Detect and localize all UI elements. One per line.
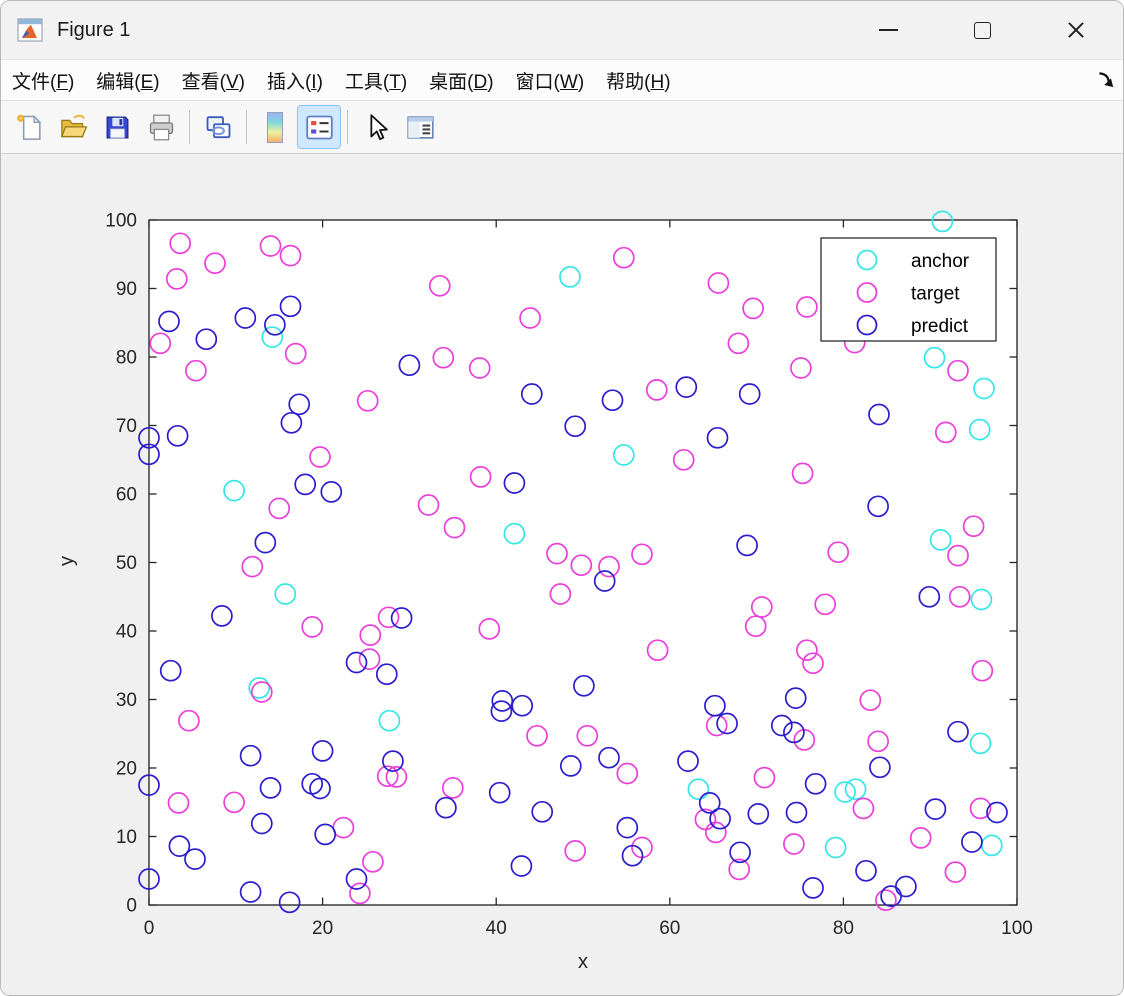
window-title: Figure 1 [57,18,131,41]
y-tick-label: 40 [116,622,137,643]
figure-toolbar [1,101,1123,154]
edit-plot-button[interactable] [354,105,398,149]
legend-box [820,237,997,342]
y-tick-label: 50 [116,553,137,574]
link-plot-icon [206,115,230,138]
x-tick-label: 20 [312,918,333,939]
x-tick-label: 60 [659,918,680,939]
property-inspector-button[interactable] [398,105,442,149]
toolbar-separator [246,110,247,144]
dock-figure-arrow-icon[interactable] [1095,69,1117,91]
new-figure-icon [16,114,41,140]
maximize-button[interactable] [963,11,1001,49]
y-tick-label: 80 [116,348,137,369]
x-tick-label: 0 [144,918,155,939]
property-inspector-icon [406,115,434,139]
y-tick-label: 30 [116,690,137,711]
insert-colorbar-button[interactable] [253,105,297,149]
legend-label-anchor: anchor [911,251,970,272]
title-bar: Figure 1 [1,1,1123,59]
y-tick-label: 90 [116,279,137,300]
close-icon [1067,21,1085,39]
figure-canvas: 0 20 40 60 80 100 0 10 20 30 40 50 60 70 80 90 100 x y a… [1,154,1123,995]
legend-label-predict: predict [911,316,969,337]
y-tick-label: 0 [126,896,137,917]
menu-item-insert[interactable]: 插入(I) [256,67,334,94]
menu-item-edit[interactable]: 编辑(E) [85,67,170,94]
close-button[interactable] [1057,11,1095,49]
legend[interactable]: anchor target predict [820,237,997,342]
legend-label-target: target [911,284,960,305]
x-tick-label: 100 [1001,918,1033,939]
minimize-icon [878,29,898,31]
x-axis-label: x [578,951,588,973]
matlab-app-icon [17,18,43,42]
plot-svg: 0 20 40 60 80 100 0 10 20 30 40 50 60 70 80 90 100 x y a… [56,211,1033,974]
figure-window: Figure 1 文件(F) 编辑(E) 查看(V) 插入(I) 工具(T) 桌… [0,0,1124,996]
link-plot-button[interactable] [196,105,240,149]
insert-colorbar-icon [267,111,283,143]
save-figure-icon [106,116,128,138]
menu-bar: 文件(F) 编辑(E) 查看(V) 插入(I) 工具(T) 桌面(D) 窗口(W… [1,59,1123,101]
save-figure-button[interactable] [95,105,139,149]
insert-legend-button[interactable] [297,105,341,149]
minimize-button[interactable] [869,11,907,49]
x-tick-label: 80 [833,918,854,939]
edit-plot-cursor-icon [369,113,388,140]
menu-item-tools[interactable]: 工具(T) [334,67,418,94]
menu-item-view[interactable]: 查看(V) [171,67,256,94]
menu-item-window[interactable]: 窗口(W) [505,67,596,94]
toolbar-separator [189,110,190,144]
y-axis-label: y [56,556,78,566]
y-tick-label: 60 [116,485,137,506]
y-tick-label: 100 [105,211,137,232]
open-file-button[interactable] [51,105,95,149]
print-figure-button[interactable] [139,105,183,149]
menu-item-file[interactable]: 文件(F) [1,67,85,94]
window-controls [869,1,1095,59]
menu-item-desktop[interactable]: 桌面(D) [418,67,504,94]
x-tick-label: 40 [486,918,507,939]
toolbar-separator [347,110,348,144]
y-tick-label: 70 [116,416,137,437]
print-figure-icon [149,114,173,140]
open-file-icon [60,114,87,137]
y-tick-label: 20 [116,759,137,780]
new-figure-button[interactable] [7,105,51,149]
maximize-icon [973,21,991,39]
menu-item-help[interactable]: 帮助(H) [595,67,681,94]
insert-legend-icon [305,115,333,139]
y-tick-label: 10 [116,827,137,848]
